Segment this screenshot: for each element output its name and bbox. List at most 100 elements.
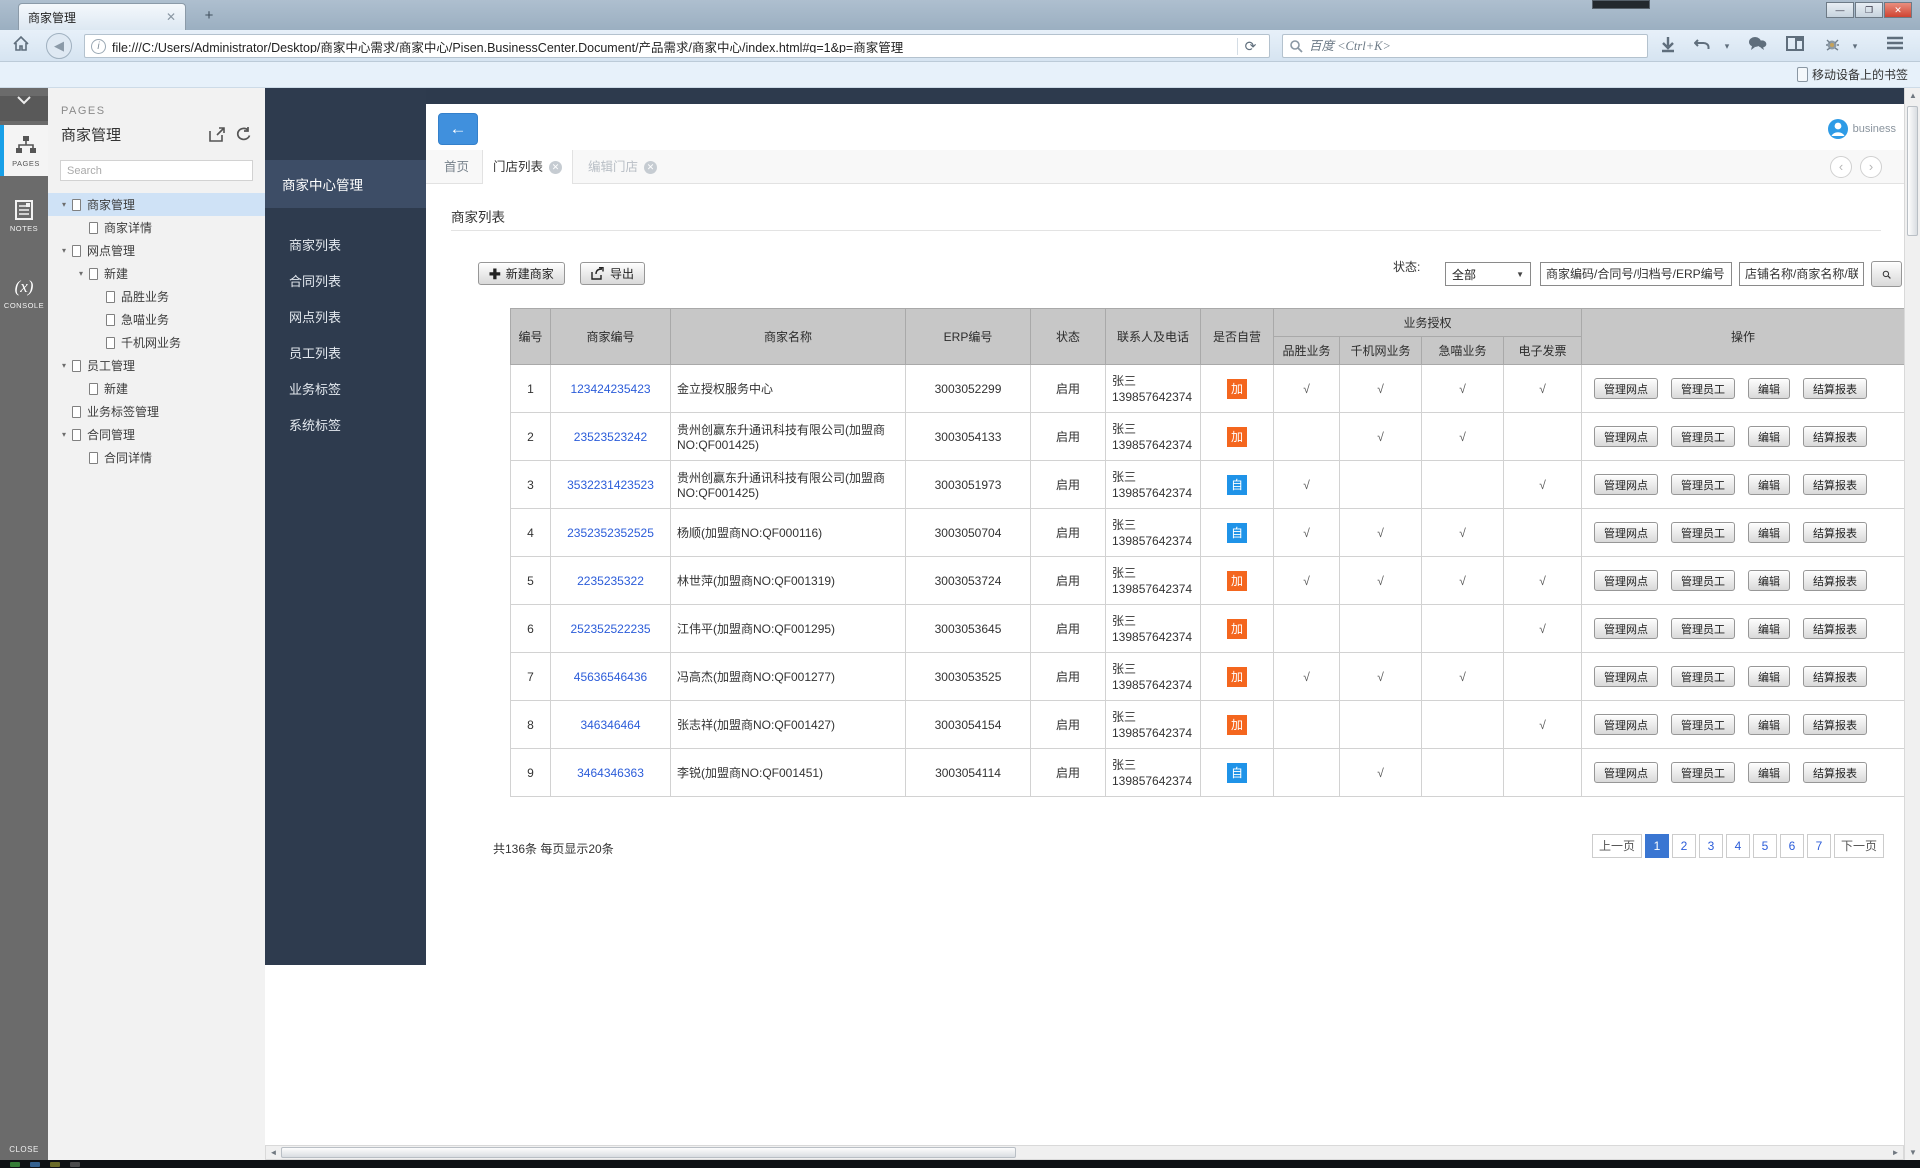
tab-edit-store[interactable]: 编辑门店✕ <box>578 150 667 184</box>
browser-tab[interactable]: 商家管理 ✕ <box>18 3 186 30</box>
page-button-2[interactable]: 2 <box>1672 834 1696 858</box>
page-button-6[interactable]: 6 <box>1780 834 1804 858</box>
row-action-button[interactable]: 管理网点 <box>1594 426 1658 447</box>
tree-expand-icon[interactable]: ▾ <box>58 246 70 255</box>
sidebar-item-业务标签[interactable]: 业务标签 <box>265 372 426 408</box>
sidebar-item-系统标签[interactable]: 系统标签 <box>265 408 426 444</box>
page-button-5[interactable]: 5 <box>1753 834 1777 858</box>
tree-item[interactable]: ▾网点管理 <box>48 239 265 262</box>
tree-item[interactable]: 品胜业务 <box>48 285 265 308</box>
row-action-button[interactable]: 编辑 <box>1748 762 1790 783</box>
page-button-7[interactable]: 7 <box>1807 834 1831 858</box>
merchant-code-link[interactable]: 2352352352525 <box>567 526 654 540</box>
merchant-code-link[interactable]: 3532231423523 <box>567 478 654 492</box>
taskbar-icon[interactable] <box>10 1162 20 1167</box>
back-button[interactable]: ← <box>438 113 478 145</box>
reload-icon[interactable]: ⟳ <box>1237 38 1263 55</box>
export-button[interactable]: 导出 <box>580 262 645 285</box>
bookmark-mobile-folder[interactable]: 移动设备上的书签 <box>1797 66 1908 83</box>
scroll-left-arrow-icon[interactable]: ◄ <box>266 1146 281 1159</box>
merchant-code-link[interactable]: 346346464 <box>580 718 640 732</box>
row-action-button[interactable]: 管理网点 <box>1594 570 1658 591</box>
row-action-button[interactable]: 管理网点 <box>1594 378 1658 399</box>
taskbar-icon[interactable] <box>50 1162 60 1167</box>
row-action-button[interactable]: 编辑 <box>1748 474 1790 495</box>
rail-close-button[interactable]: CLOSE <box>0 1145 48 1154</box>
row-action-button[interactable]: 结算报表 <box>1803 618 1867 639</box>
page-button-1[interactable]: 1 <box>1645 834 1669 858</box>
row-action-button[interactable]: 结算报表 <box>1803 426 1867 447</box>
page-button-4[interactable]: 4 <box>1726 834 1750 858</box>
merchant-code-link[interactable]: 3464346363 <box>577 766 644 780</box>
row-action-button[interactable]: 管理员工 <box>1671 426 1735 447</box>
horizontal-scrollbar[interactable]: ◄ ► <box>265 1145 1904 1160</box>
tree-expand-icon[interactable]: ▾ <box>58 200 70 209</box>
next-page-button[interactable]: 下一页 <box>1834 834 1884 858</box>
sidebar-item-员工列表[interactable]: 员工列表 <box>265 336 426 372</box>
store-name-search-input[interactable] <box>1739 262 1864 286</box>
menu-icon[interactable] <box>1886 36 1908 50</box>
row-action-button[interactable]: 管理员工 <box>1671 714 1735 735</box>
sidebar-panel-icon[interactable] <box>1786 36 1808 51</box>
row-action-button[interactable]: 管理网点 <box>1594 618 1658 639</box>
row-action-button[interactable]: 管理员工 <box>1671 618 1735 639</box>
merchant-code-link[interactable]: 2235235322 <box>577 574 644 588</box>
close-button[interactable]: ✕ <box>1884 2 1912 18</box>
row-action-button[interactable]: 编辑 <box>1748 570 1790 591</box>
tree-item[interactable]: ▾合同管理 <box>48 423 265 446</box>
tree-item[interactable]: 新建 <box>48 377 265 400</box>
download-icon[interactable] <box>1660 36 1682 54</box>
tree-item[interactable]: 千机网业务 <box>48 331 265 354</box>
new-merchant-button[interactable]: ✚ 新建商家 <box>478 262 565 285</box>
row-action-button[interactable]: 管理网点 <box>1594 714 1658 735</box>
tabs-scroll-left-icon[interactable]: ‹ <box>1830 156 1852 178</box>
scroll-up-arrow-icon[interactable]: ▲ <box>1905 88 1920 103</box>
browser-search-input[interactable] <box>1309 39 1641 54</box>
row-action-button[interactable]: 管理员工 <box>1671 522 1735 543</box>
refresh-icon[interactable] <box>235 127 252 142</box>
horizontal-scrollbar-thumb[interactable] <box>281 1147 1016 1158</box>
row-action-button[interactable]: 结算报表 <box>1803 762 1867 783</box>
vertical-scrollbar-thumb[interactable] <box>1907 106 1918 236</box>
merchant-code-link[interactable]: 45636546436 <box>574 670 647 684</box>
undo-dropdown-icon[interactable]: ▾ <box>1722 41 1732 52</box>
browser-search-box[interactable] <box>1282 34 1648 58</box>
undo-icon[interactable] <box>1694 36 1716 52</box>
tab-home[interactable]: 首页 <box>436 150 477 184</box>
pages-search-input[interactable] <box>60 160 253 181</box>
row-action-button[interactable]: 结算报表 <box>1803 474 1867 495</box>
tree-item[interactable]: 急喵业务 <box>48 308 265 331</box>
row-action-button[interactable]: 管理网点 <box>1594 474 1658 495</box>
sidebar-item-商家列表[interactable]: 商家列表 <box>265 228 426 264</box>
close-tab-icon[interactable]: ✕ <box>549 161 562 174</box>
table-search-button[interactable] <box>1871 261 1902 287</box>
url-bar[interactable]: i ⟳ <box>84 34 1270 58</box>
user-badge[interactable]: business <box>1827 118 1896 140</box>
rail-item-console[interactable]: (x) CONSOLE <box>0 267 48 318</box>
tree-item[interactable]: ▾员工管理 <box>48 354 265 377</box>
prev-page-button[interactable]: 上一页 <box>1592 834 1642 858</box>
merchant-code-link[interactable]: 23523523242 <box>574 430 647 444</box>
merchant-code-search-input[interactable] <box>1540 262 1732 286</box>
row-action-button[interactable]: 编辑 <box>1748 666 1790 687</box>
scroll-down-arrow-icon[interactable]: ▼ <box>1905 1145 1920 1160</box>
row-action-button[interactable]: 管理员工 <box>1671 762 1735 783</box>
firebug-icon[interactable] <box>1824 36 1846 52</box>
row-action-button[interactable]: 编辑 <box>1748 426 1790 447</box>
row-action-button[interactable]: 编辑 <box>1748 378 1790 399</box>
tree-item[interactable]: ▾新建 <box>48 262 265 285</box>
tree-item[interactable]: ▾商家管理 <box>48 193 265 216</box>
tree-item[interactable]: 商家详情 <box>48 216 265 239</box>
page-button-3[interactable]: 3 <box>1699 834 1723 858</box>
home-icon[interactable] <box>12 35 34 57</box>
merchant-code-link[interactable]: 123424235423 <box>570 382 650 396</box>
tree-expand-icon[interactable]: ▾ <box>75 269 87 278</box>
tab-close-icon[interactable]: ✕ <box>166 10 176 24</box>
chat-icon[interactable] <box>1748 36 1770 52</box>
taskbar-icon[interactable] <box>70 1162 80 1167</box>
new-tab-button[interactable]: + <box>196 7 222 26</box>
row-action-button[interactable]: 管理网点 <box>1594 666 1658 687</box>
rail-item-notes[interactable]: NOTES <box>0 190 48 241</box>
row-action-button[interactable]: 结算报表 <box>1803 378 1867 399</box>
windows-taskbar[interactable] <box>0 1160 1920 1168</box>
